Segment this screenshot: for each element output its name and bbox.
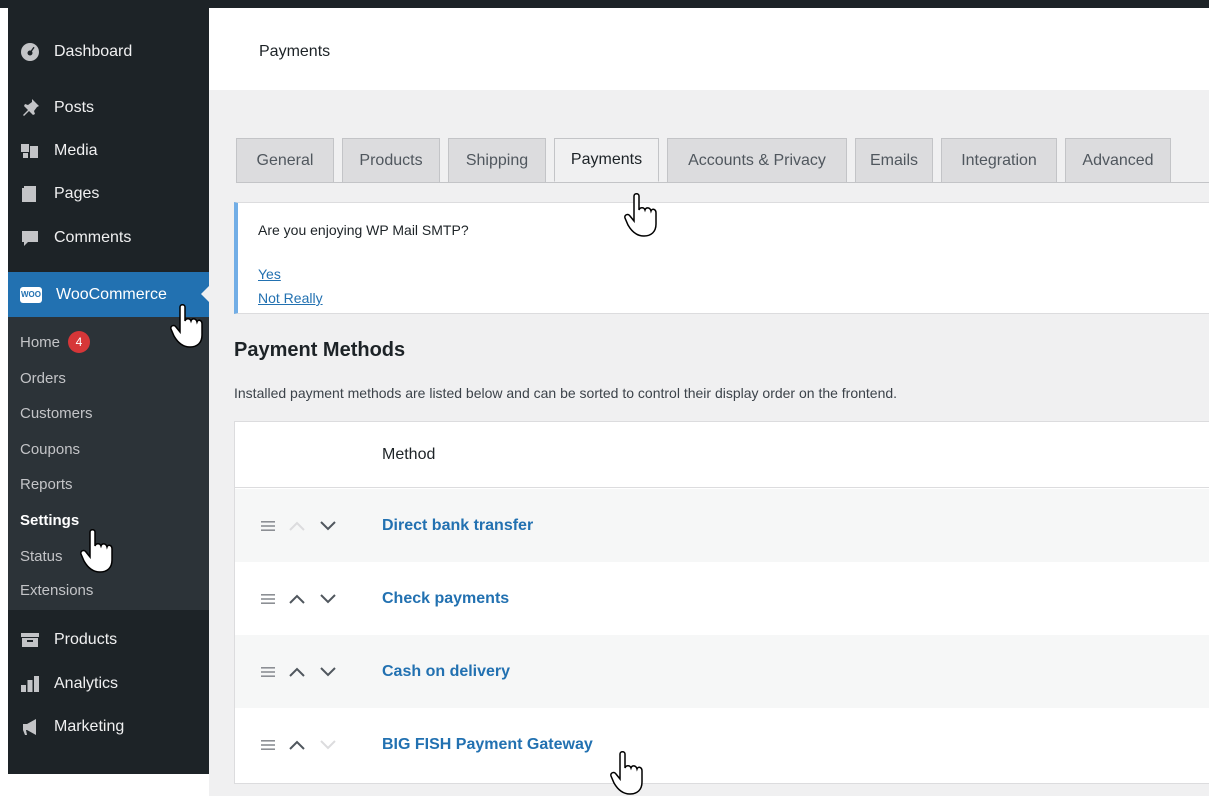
table-header: Method — [235, 422, 1209, 488]
media-icon — [20, 141, 40, 161]
table-row: Direct bank transfer — [235, 489, 1209, 562]
payment-method-link[interactable]: Cash on delivery — [382, 663, 510, 681]
top-bar — [0, 0, 1209, 8]
hand-cursor-icon — [170, 303, 204, 349]
table-row: Check payments — [235, 562, 1209, 635]
sidebar-item-analytics[interactable]: Analytics — [8, 664, 209, 704]
sidebar-item-label: Dashboard — [54, 43, 133, 60]
tab-emails[interactable]: Emails — [855, 138, 933, 182]
notification-badge: 4 — [68, 331, 91, 353]
admin-sidebar: Dashboard Posts Media Pages Comments WOO… — [8, 8, 210, 774]
sidebar-item-dashboard[interactable]: Dashboard — [8, 32, 209, 72]
submenu-item-coupons[interactable]: Coupons — [20, 438, 80, 460]
section-title: Payment Methods — [234, 339, 406, 361]
sidebar-item-label: Marketing — [54, 718, 125, 735]
move-down-icon[interactable] — [319, 735, 337, 755]
sidebar-item-comments[interactable]: Comments — [8, 218, 209, 258]
table-row: Cash on delivery — [235, 635, 1209, 708]
comments-icon — [20, 228, 40, 248]
move-up-icon[interactable] — [288, 735, 306, 755]
table-row: BIG FISH Payment Gateway — [235, 708, 1209, 781]
hand-cursor-icon — [80, 528, 114, 574]
hand-cursor-icon — [624, 192, 658, 238]
sidebar-item-label: WooCommerce — [56, 285, 167, 303]
sidebar-item-label: Analytics — [54, 675, 119, 692]
drag-handle-icon[interactable] — [261, 516, 275, 536]
sidebar-item-label: Pages — [54, 185, 100, 202]
drag-handle-icon[interactable] — [261, 735, 275, 755]
submenu-item-extensions[interactable]: Extensions — [20, 579, 93, 601]
submenu-item-home[interactable]: Home 4 — [20, 331, 91, 353]
drag-handle-icon[interactable] — [261, 662, 275, 682]
main-content: Payments General Products Shipping Payme… — [209, 8, 1209, 796]
settings-tabs: General Products Shipping Payments Accou… — [236, 138, 1179, 182]
submenu-item-settings[interactable]: Settings — [20, 509, 79, 531]
sidebar-item-marketing[interactable]: Marketing — [8, 707, 209, 747]
submenu-item-customers[interactable]: Customers — [20, 402, 93, 424]
dashboard-icon — [20, 42, 40, 62]
column-header-method: Method — [382, 446, 436, 463]
submenu-item-reports[interactable]: Reports — [20, 473, 73, 495]
submenu-item-status[interactable]: Status — [20, 545, 63, 567]
wp-mail-smtp-notice: Are you enjoying WP Mail SMTP? Yes Not R… — [234, 202, 1209, 314]
sidebar-item-label: Posts — [54, 99, 95, 116]
hand-cursor-icon — [610, 750, 644, 796]
payment-method-link[interactable]: Direct bank transfer — [382, 517, 533, 535]
tab-products[interactable]: Products — [342, 138, 440, 182]
move-down-icon[interactable] — [319, 662, 337, 682]
page-title: Payments — [259, 43, 331, 60]
section-description: Installed payment methods are listed bel… — [234, 385, 898, 401]
move-up-icon[interactable] — [288, 589, 306, 609]
sidebar-item-label: Products — [54, 631, 118, 648]
tab-integration[interactable]: Integration — [941, 138, 1057, 182]
tab-advanced[interactable]: Advanced — [1065, 138, 1171, 182]
sidebar-item-products[interactable]: Products — [8, 620, 209, 660]
megaphone-icon — [20, 717, 40, 737]
payment-method-link[interactable]: Check payments — [382, 590, 509, 608]
move-up-icon[interactable] — [288, 662, 306, 682]
move-up-icon[interactable] — [288, 516, 306, 536]
sidebar-item-pages[interactable]: Pages — [8, 174, 209, 214]
move-down-icon[interactable] — [319, 516, 337, 536]
drag-handle-icon[interactable] — [261, 589, 275, 609]
payment-methods-table: Method Direct bank transfer Check paymen… — [234, 421, 1209, 784]
sidebar-item-posts[interactable]: Posts — [8, 88, 209, 128]
analytics-icon — [20, 674, 40, 694]
notice-message: Are you enjoying WP Mail SMTP? — [258, 222, 469, 238]
tab-shipping[interactable]: Shipping — [448, 138, 546, 182]
sidebar-item-label: Media — [54, 142, 98, 159]
pin-icon — [20, 98, 40, 118]
tab-accounts-privacy[interactable]: Accounts & Privacy — [667, 138, 847, 182]
sidebar-item-label: Comments — [54, 229, 132, 246]
payment-method-link[interactable]: BIG FISH Payment Gateway — [382, 736, 593, 754]
tab-payments[interactable]: Payments — [554, 138, 659, 182]
pages-icon — [20, 184, 40, 204]
notice-not-really-link[interactable]: Not Really — [258, 290, 323, 306]
submenu-item-orders[interactable]: Orders — [20, 367, 66, 389]
tab-general[interactable]: General — [236, 138, 334, 182]
sidebar-item-media[interactable]: Media — [8, 131, 209, 171]
woocommerce-logo-icon: WOO — [20, 286, 42, 303]
move-down-icon[interactable] — [319, 589, 337, 609]
tabs-divider — [236, 182, 1209, 183]
submenu-label: Home — [20, 333, 61, 351]
products-icon — [20, 630, 40, 650]
page-header: Payments — [209, 8, 1209, 90]
notice-yes-link[interactable]: Yes — [258, 266, 281, 282]
